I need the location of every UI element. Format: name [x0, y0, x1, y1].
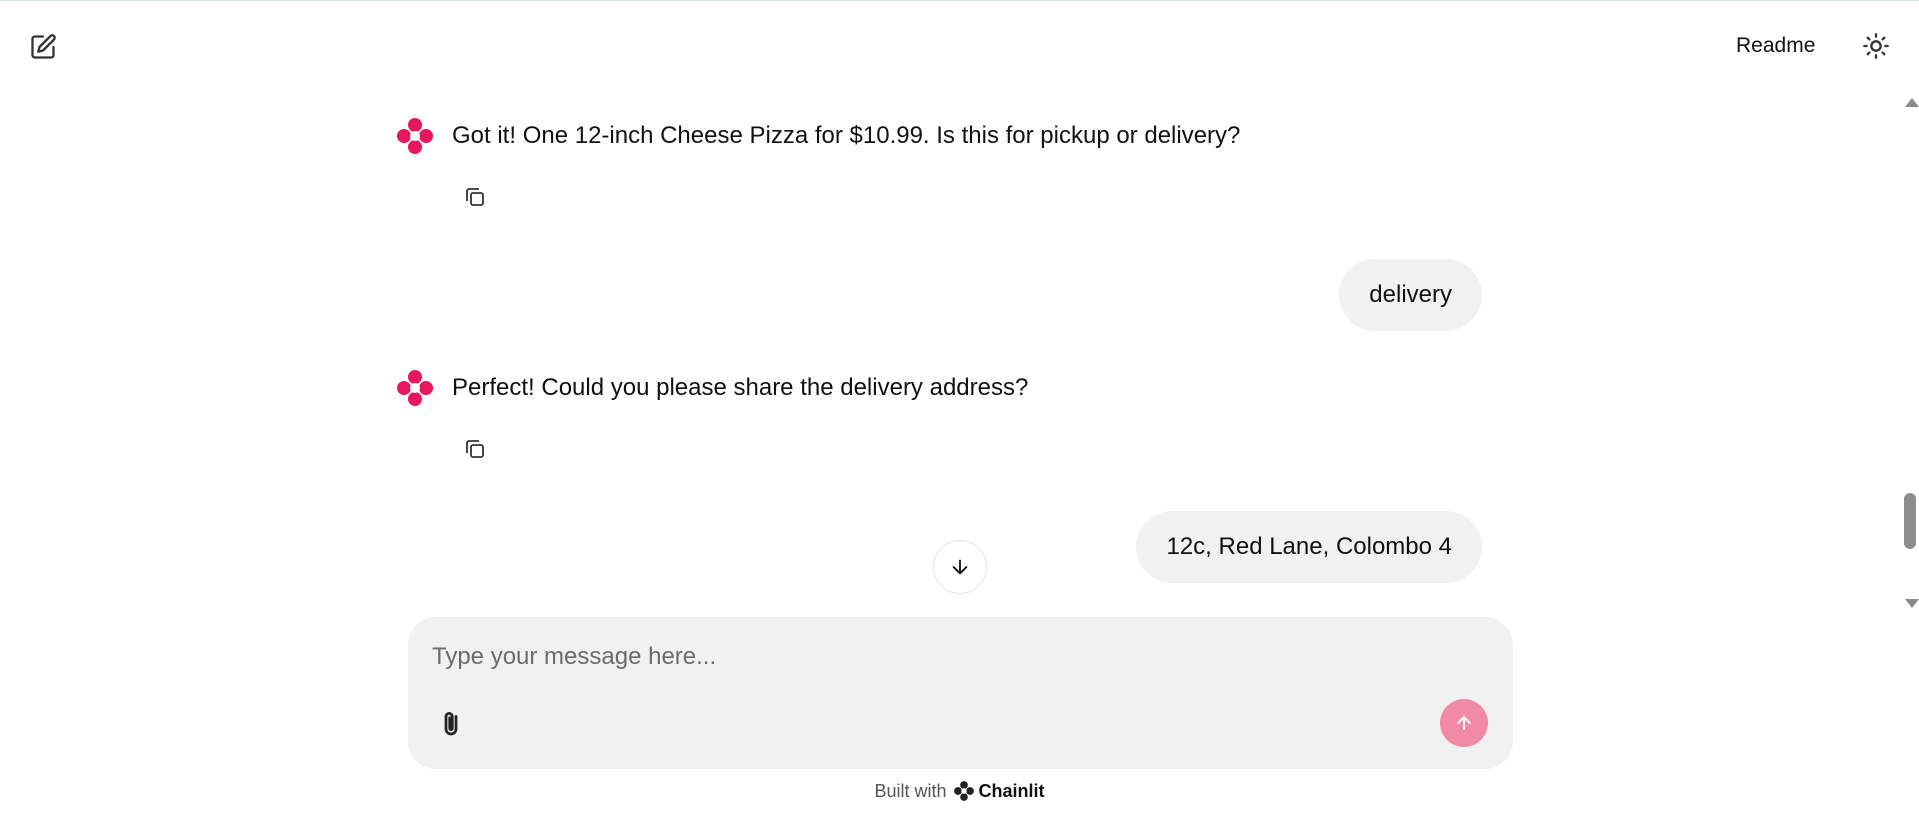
user-message: 12c, Red Lane, Colombo 4 [1136, 511, 1482, 583]
send-button[interactable] [1440, 699, 1488, 747]
assistant-avatar-icon [397, 370, 433, 406]
assistant-avatar-icon [397, 118, 433, 154]
scroll-down-arrow-icon[interactable] [1905, 599, 1919, 608]
header: Readme [0, 0, 1919, 90]
message-composer [408, 617, 1513, 769]
chainlit-link[interactable]: Chainlit [953, 780, 1045, 802]
footer-prefix: Built with [874, 780, 947, 801]
edit-icon [31, 34, 56, 59]
assistant-message: Perfect! Could you please share the deli… [395, 368, 1028, 408]
attach-file-button[interactable] [432, 705, 470, 743]
scroll-up-arrow-icon[interactable] [1905, 98, 1919, 107]
scrollbar[interactable] [1900, 96, 1919, 610]
footer-brand: Chainlit [978, 780, 1045, 801]
paperclip-icon [444, 712, 458, 736]
assistant-message: Got it! One 12-inch Cheese Pizza for $10… [395, 116, 1240, 156]
copy-icon [466, 188, 484, 206]
readme-button[interactable]: Readme [1720, 30, 1831, 62]
copy-button[interactable] [460, 182, 490, 212]
footer: Built with Chainlit [0, 780, 1919, 802]
chainlit-logo-icon [953, 781, 974, 801]
copy-button[interactable] [460, 434, 490, 464]
theme-toggle-button[interactable] [1858, 28, 1894, 64]
arrow-up-icon [1457, 716, 1471, 730]
scroll-thumb[interactable] [1904, 493, 1916, 549]
message-input[interactable] [432, 637, 1482, 677]
message-list: Got it! One 12-inch Cheese Pizza for $10… [0, 90, 1900, 610]
new-chat-button[interactable] [26, 30, 60, 64]
message-text: Perfect! Could you please share the deli… [452, 374, 1029, 401]
sun-icon [1863, 33, 1889, 59]
scroll-to-bottom-button[interactable] [933, 540, 987, 594]
message-text: Got it! One 12-inch Cheese Pizza for $10… [452, 122, 1241, 149]
copy-icon [466, 440, 484, 458]
user-message: delivery [1339, 259, 1482, 331]
arrow-down-icon [952, 559, 968, 575]
